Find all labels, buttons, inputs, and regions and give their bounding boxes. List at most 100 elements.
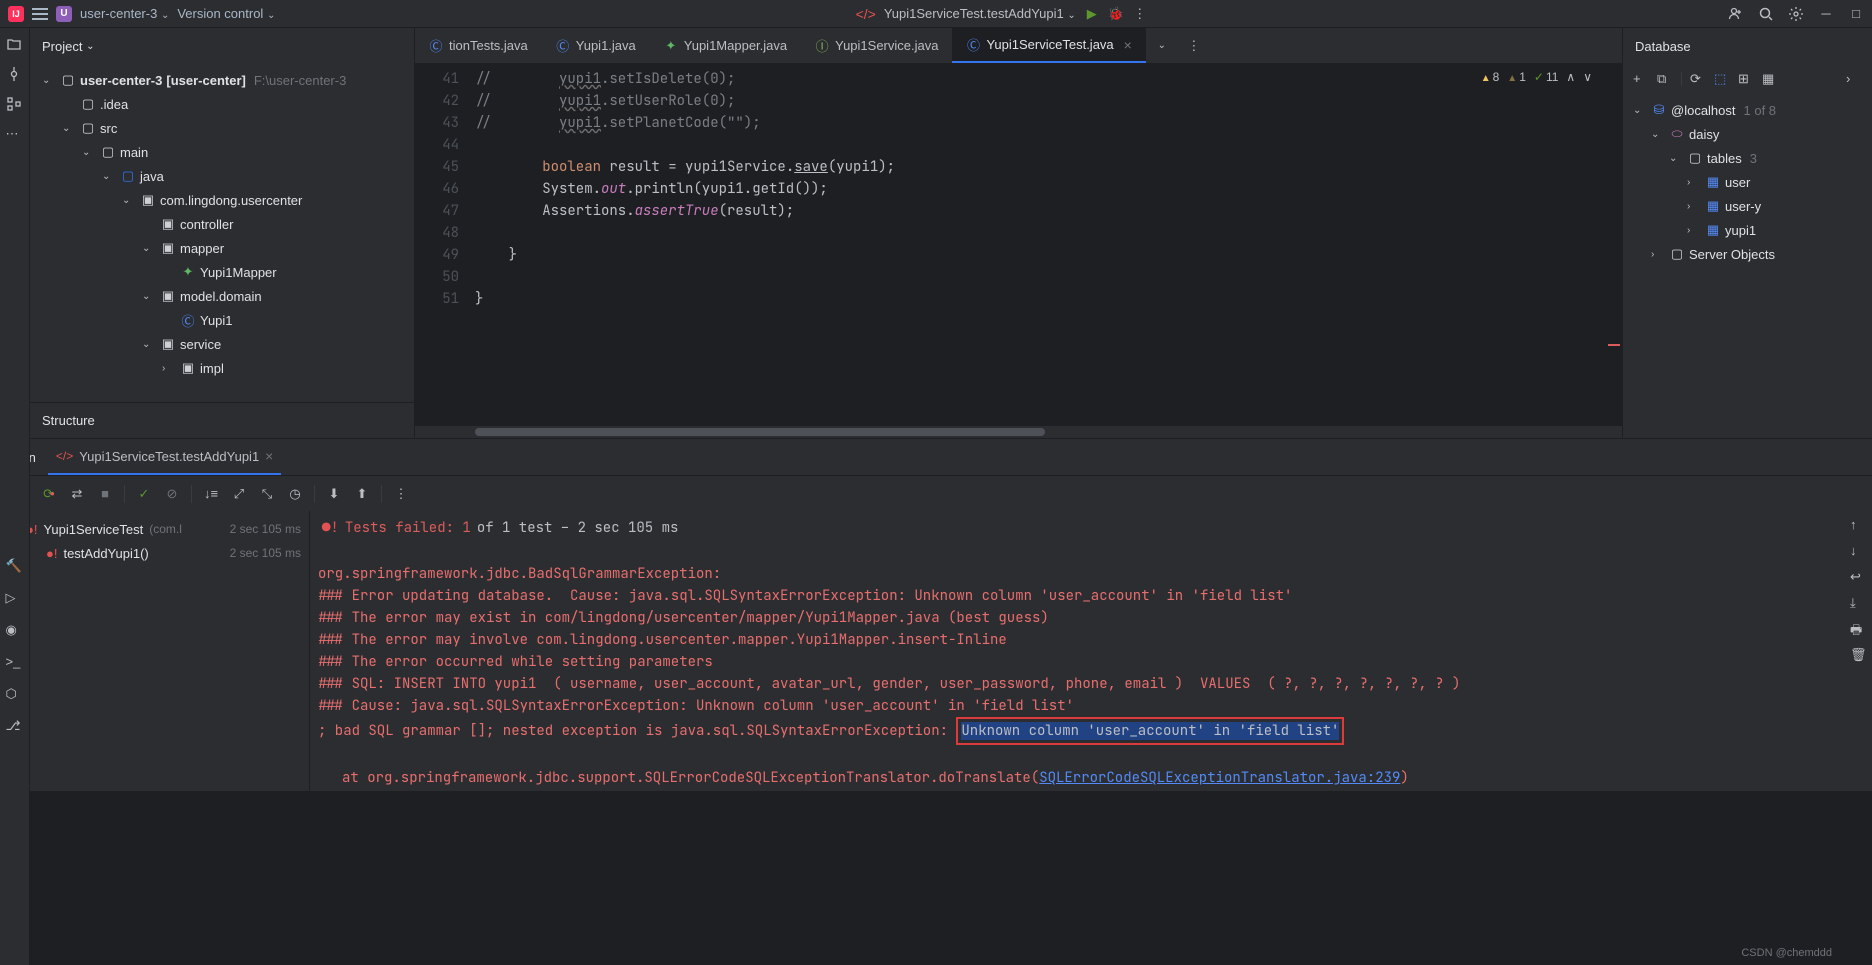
editor-tab[interactable]: ⒸYupi1.java: [542, 28, 650, 63]
run-config-dropdown[interactable]: Yupi1ServiceTest.testAddYupi1 ⌄: [884, 6, 1076, 21]
db-console-icon[interactable]: ⊞: [1738, 71, 1754, 87]
db-refresh-icon[interactable]: ⟳: [1690, 71, 1706, 87]
settings-icon[interactable]: [1788, 6, 1804, 22]
git-tool-icon[interactable]: ⎇: [6, 718, 24, 736]
close-icon[interactable]: ×: [265, 448, 273, 464]
debug-tool-icon[interactable]: ◉: [6, 622, 24, 640]
prev-icon[interactable]: ◷: [286, 485, 304, 503]
show-passed-icon[interactable]: ✓: [135, 485, 153, 503]
horizontal-scrollbar[interactable]: [415, 426, 1622, 438]
db-tree-item[interactable]: ⌄▢tables3: [1623, 146, 1872, 170]
soft-wrap-icon[interactable]: ↩: [1850, 569, 1866, 585]
stop-icon[interactable]: ■: [96, 485, 114, 503]
db-duplicate-icon[interactable]: ⧉: [1657, 71, 1673, 87]
editor-tab[interactable]: ⒸYupi1ServiceTest.java×: [952, 28, 1145, 63]
db-tree-item[interactable]: ›▦user-y: [1623, 194, 1872, 218]
tree-root[interactable]: ⌄ ▢ user-center-3 [user-center] F:\user-…: [30, 68, 414, 92]
tree-item[interactable]: ▣controller: [30, 212, 414, 236]
db-tree-item[interactable]: ⌄⬭daisy: [1623, 122, 1872, 146]
maximize-icon[interactable]: □: [1848, 6, 1864, 22]
search-icon[interactable]: [1758, 6, 1774, 22]
more-tools-icon[interactable]: ⋯: [6, 126, 24, 144]
ide-logo-icon: IJ: [8, 6, 24, 22]
rerun-failed-icon[interactable]: ⟳●: [40, 485, 58, 503]
db-tree-item[interactable]: ⌄⛁@localhost1 of 8: [1623, 98, 1872, 122]
expand-all-icon[interactable]: ⤢: [230, 485, 248, 503]
stacktrace-link[interactable]: SQLErrorCodeSQLExceptionTranslator.java:…: [1039, 769, 1400, 787]
test-item[interactable]: ●!testAddYupi1()2 sec 105 ms: [0, 541, 309, 565]
editor-tab[interactable]: ⒸtionTests.java: [415, 28, 542, 63]
tree-item[interactable]: ⌄▣com.lingdong.usercenter: [30, 188, 414, 212]
run-config-mini-icon: </>: [56, 449, 73, 463]
project-panel-header[interactable]: Project ⌄: [30, 28, 414, 64]
db-tree-item[interactable]: ›▦user: [1623, 170, 1872, 194]
db-stop-icon[interactable]: ⬚: [1714, 71, 1730, 87]
db-table-icon[interactable]: ▦: [1762, 71, 1778, 87]
clear-icon[interactable]: 🗑: [1850, 647, 1866, 663]
structure-panel-header[interactable]: Structure: [30, 402, 414, 438]
db-tree-item[interactable]: ›▦yupi1: [1623, 218, 1872, 242]
settings-icon[interactable]: ⋮: [392, 485, 410, 503]
show-ignored-icon[interactable]: ⊘: [163, 485, 181, 503]
project-dropdown[interactable]: user-center-3 ⌄: [80, 6, 169, 21]
tree-item[interactable]: ›▣impl: [30, 356, 414, 380]
run-tab[interactable]: </> Yupi1ServiceTest.testAddYupi1 ×: [48, 439, 282, 475]
db-add-icon[interactable]: +: [1633, 71, 1649, 87]
tree-item[interactable]: ⌄▣service: [30, 332, 414, 356]
tree-item[interactable]: ✦Yupi1Mapper: [30, 260, 414, 284]
code-with-me-icon[interactable]: [1728, 6, 1744, 22]
db-expand-icon[interactable]: ›: [1846, 71, 1862, 87]
left-bottom-rail: 🔨 ▷ ◉ >_ ⬡ ⎇: [0, 438, 30, 965]
tab-dropdown-icon[interactable]: ⌄: [1146, 40, 1178, 51]
build-tool-icon[interactable]: 🔨: [6, 558, 24, 576]
tree-item[interactable]: ⌄▣model.domain: [30, 284, 414, 308]
project-tool-icon[interactable]: [6, 36, 24, 54]
test-summary: ●! Tests failed: 1 of 1 test – 2 sec 105…: [318, 515, 1844, 541]
toggle-auto-icon[interactable]: ⇄: [68, 485, 86, 503]
db-tree-item[interactable]: ›▢Server Objects: [1623, 242, 1872, 266]
database-panel-header[interactable]: Database: [1623, 28, 1872, 64]
structure-tool-icon[interactable]: [6, 96, 24, 114]
error-stripe[interactable]: [1604, 64, 1622, 426]
tab-more-icon[interactable]: ⋮: [1178, 38, 1210, 54]
code-editor[interactable]: 4142434445464748495051 // yupi1.setIsDel…: [415, 64, 1622, 426]
test-tree[interactable]: ⌄●!Yupi1ServiceTest(com.l2 sec 105 ms●!t…: [0, 511, 310, 791]
terminal-tool-icon[interactable]: >_: [6, 654, 24, 672]
services-tool-icon[interactable]: ⬡: [6, 686, 24, 704]
test-item[interactable]: ⌄●!Yupi1ServiceTest(com.l2 sec 105 ms: [0, 517, 309, 541]
close-icon[interactable]: ×: [1124, 37, 1132, 53]
tree-item[interactable]: ⌄▢main: [30, 140, 414, 164]
collapse-all-icon[interactable]: ⤡: [258, 485, 276, 503]
run-tool-icon[interactable]: ▷: [6, 590, 24, 608]
print-icon[interactable]: 🖶: [1850, 621, 1866, 637]
scroll-to-end-icon[interactable]: ⤓: [1850, 595, 1866, 611]
tree-item[interactable]: ⌄▢java: [30, 164, 414, 188]
editor-tab[interactable]: ⒾYupi1Service.java: [801, 28, 952, 63]
tree-item[interactable]: ⌄▣mapper: [30, 236, 414, 260]
tree-item[interactable]: ⒸYupi1: [30, 308, 414, 332]
debug-button[interactable]: 🐞: [1108, 6, 1124, 22]
vcs-dropdown[interactable]: Version control ⌄: [177, 6, 275, 21]
minimize-icon[interactable]: ─: [1818, 6, 1834, 22]
run-button[interactable]: ▶: [1084, 6, 1100, 22]
scroll-up-icon[interactable]: ↑: [1850, 517, 1866, 533]
test-console[interactable]: ●! Tests failed: 1 of 1 test – 2 sec 105…: [310, 511, 1844, 791]
database-toolbar: + ⧉ ⟳ ⬚ ⊞ ▦ ›: [1623, 64, 1872, 94]
editor-tabs: ⒸtionTests.javaⒸYupi1.java✦Yupi1Mapper.j…: [415, 28, 1622, 64]
console-right-rail: ↑ ↓ ↩ ⤓ 🖶 🗑: [1844, 511, 1872, 791]
titlebar: IJ U user-center-3 ⌄ Version control ⌄ <…: [0, 0, 1872, 28]
sort-icon[interactable]: ↓≡: [202, 485, 220, 503]
project-tree[interactable]: ⌄ ▢ user-center-3 [user-center] F:\user-…: [30, 64, 414, 402]
commit-tool-icon[interactable]: [6, 66, 24, 84]
editor-tab[interactable]: ✦Yupi1Mapper.java: [650, 28, 801, 63]
main-menu-button[interactable]: [32, 8, 48, 20]
tree-item[interactable]: ▢.idea: [30, 92, 414, 116]
import-icon[interactable]: ⬇: [325, 485, 343, 503]
database-tree[interactable]: ⌄⛁@localhost1 of 8⌄⬭daisy⌄▢tables3›▦user…: [1623, 94, 1872, 438]
more-run-button[interactable]: ⋮: [1132, 6, 1148, 22]
export-icon[interactable]: ⬆: [353, 485, 371, 503]
run-config-icon: </>: [856, 6, 876, 22]
scroll-down-icon[interactable]: ↓: [1850, 543, 1866, 559]
inspection-widget[interactable]: 8 1 11 ∧∨: [1481, 70, 1592, 84]
tree-item[interactable]: ⌄▢src: [30, 116, 414, 140]
